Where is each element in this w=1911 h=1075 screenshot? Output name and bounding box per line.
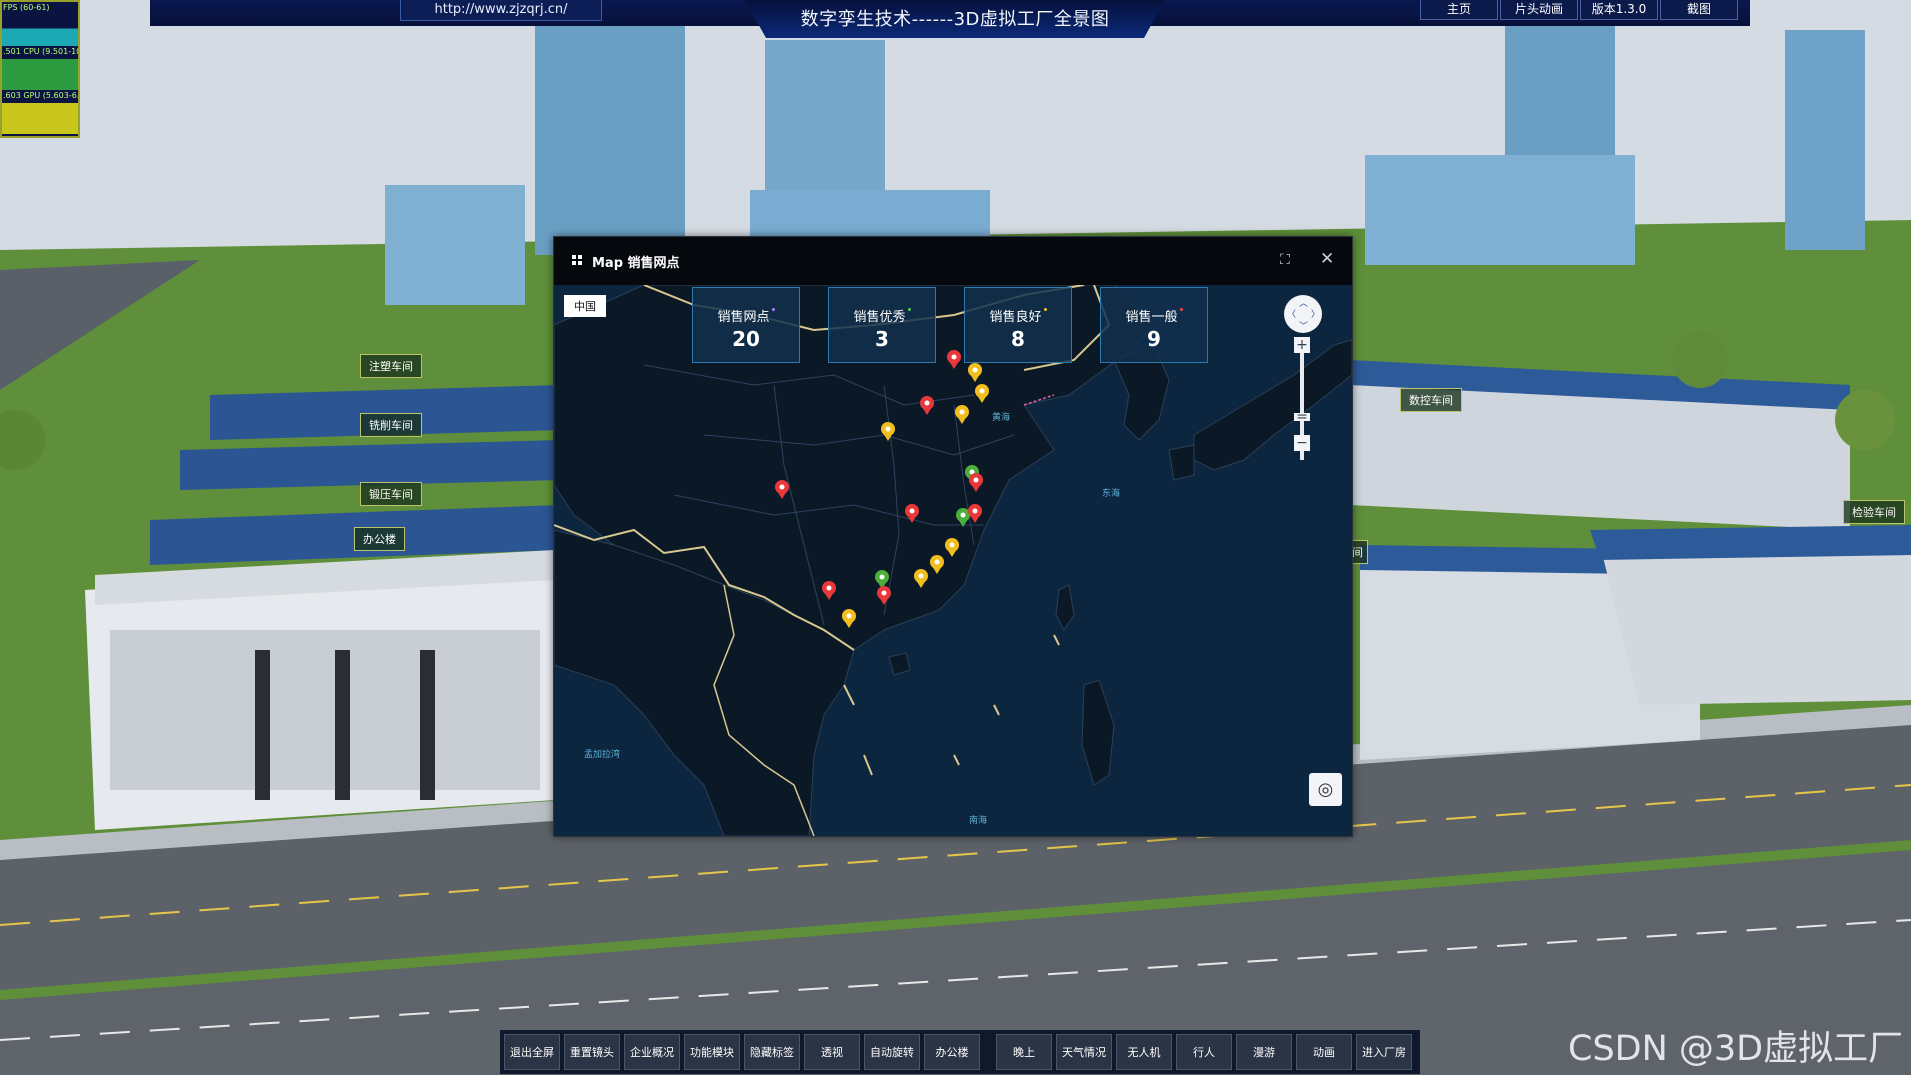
kyushu-shape — [1168, 444, 1195, 481]
stat-dot — [907, 308, 911, 311]
map-canvas[interactable] — [554, 285, 1352, 836]
pedestrian-button[interactable]: 行人 — [1176, 1034, 1232, 1070]
stat-card-total: 销售网点 20 — [692, 287, 800, 363]
exit-fullscreen-button[interactable]: 退出全屏 — [504, 1034, 560, 1070]
dialog-title: Map 销售网点 — [592, 256, 680, 271]
close-icon[interactable]: ✕ — [1320, 249, 1334, 269]
cpu-graph: .501 CPU (9.501-10 — [2, 46, 78, 90]
stat-dot — [1179, 308, 1183, 311]
sea-label-south: 南海 — [969, 816, 988, 826]
hide-labels-button[interactable]: 隐藏标签 — [744, 1034, 800, 1070]
dialog-header: Map 销售网点 ⛶ ✕ — [554, 237, 1352, 285]
nav-intro-animation-button[interactable]: 片头动画 — [1500, 0, 1578, 20]
cpu-readout: .501 CPU (9.501-10 — [3, 47, 78, 56]
nav-screenshot-button[interactable]: 截图 — [1660, 0, 1738, 20]
auto-rotate-button[interactable]: 自动旋转 — [864, 1034, 920, 1070]
label-injection-workshop[interactable]: 注塑车间 — [360, 354, 422, 378]
night-mode-button[interactable]: 晚上 — [996, 1034, 1052, 1070]
fps-readout: FPS (60-61) — [3, 3, 50, 12]
stat-label-normal: 销售一般 — [1125, 310, 1178, 325]
bottom-toolbar: 退出全屏 重置镜头 企业概况 功能模块 隐藏标签 透视 自动旋转 办公楼 晚上 … — [500, 1030, 1420, 1074]
stat-dot — [1043, 308, 1047, 311]
stat-label-total: 销售网点 — [717, 310, 770, 325]
pan-left-icon[interactable]: 〈 — [1287, 307, 1296, 320]
label-inspection-workshop[interactable]: 检验车间 — [1843, 500, 1905, 524]
region-selector[interactable]: 中国 — [564, 295, 606, 317]
map-dialog: Map 销售网点 ⛶ ✕ 黄海 东海 南海 孟加拉湾 中国 销售网点 20 销售… — [553, 236, 1353, 837]
drone-button[interactable]: 无人机 — [1116, 1034, 1172, 1070]
weather-button[interactable]: 天气情况 — [1056, 1034, 1112, 1070]
label-office-building[interactable]: 办公楼 — [354, 527, 405, 551]
pan-right-icon[interactable]: 〉 — [1311, 307, 1320, 320]
label-forging-workshop[interactable]: 锻压车间 — [360, 482, 422, 506]
pan-compass-icon[interactable]: ︿ ﹀ 〈 〉 — [1284, 295, 1322, 333]
sea-label-east: 东海 — [1102, 489, 1121, 499]
stat-card-normal: 销售一般 9 — [1100, 287, 1208, 363]
top-nav: 主页 片头动画 版本1.3.0 截图 — [1420, 0, 1740, 20]
watermark: CSDN @3D虚拟工厂 — [1568, 1029, 1904, 1069]
stat-card-good: 销售良好 8 — [964, 287, 1072, 363]
company-overview-button[interactable]: 企业概况 — [624, 1034, 680, 1070]
sea-label-yellow: 黄海 — [992, 413, 1011, 423]
china-map[interactable]: 黄海 东海 南海 孟加拉湾 中国 销售网点 20 销售优秀 3 销售良好 8 销… — [554, 285, 1352, 836]
pan-down-icon[interactable]: ﹀ — [1299, 319, 1308, 332]
perspective-button[interactable]: 透视 — [804, 1034, 860, 1070]
stat-label-excellent: 销售优秀 — [853, 310, 906, 325]
stat-value-good: 8 — [1011, 327, 1025, 351]
title-banner: 数字孪生技术------3D虚拟工厂全景图 — [745, 0, 1165, 38]
gpu-graph: .603 GPU (5.603-6.0 — [2, 90, 78, 134]
grid-icon — [572, 255, 582, 265]
fullscreen-icon[interactable]: ⛶ — [1280, 252, 1290, 268]
locate-icon[interactable]: ◎ — [1309, 773, 1342, 806]
pan-up-icon[interactable]: ︿ — [1299, 296, 1308, 309]
fps-graph: FPS (60-61) — [2, 2, 78, 46]
zoom-out-icon[interactable]: − — [1294, 435, 1310, 451]
enter-workshop-button[interactable]: 进入厂房 — [1356, 1034, 1412, 1070]
stat-value-normal: 9 — [1147, 327, 1161, 351]
reset-camera-button[interactable]: 重置镜头 — [564, 1034, 620, 1070]
gpu-readout: .603 GPU (5.603-6.0 — [3, 91, 78, 100]
stat-value-total: 20 — [732, 327, 760, 351]
animation-button[interactable]: 动画 — [1296, 1034, 1352, 1070]
function-modules-button[interactable]: 功能模块 — [684, 1034, 740, 1070]
zoom-slider-handle[interactable]: = — [1294, 410, 1310, 424]
stat-label-good: 销售良好 — [989, 310, 1042, 325]
stat-value-excellent: 3 — [875, 327, 889, 351]
stat-card-excellent: 销售优秀 3 — [828, 287, 936, 363]
label-milling-workshop[interactable]: 铣削车间 — [360, 413, 422, 437]
stat-dot — [771, 308, 775, 311]
site-url[interactable]: http://www.zjzqrj.cn/ — [400, 0, 602, 21]
zoom-in-icon[interactable]: + — [1294, 337, 1310, 353]
sea-label-bengal: 孟加拉湾 — [584, 750, 621, 760]
nav-version-button[interactable]: 版本1.3.0 — [1580, 0, 1658, 20]
roaming-button[interactable]: 漫游 — [1236, 1034, 1292, 1070]
page-title: 数字孪生技术------3D虚拟工厂全景图 — [800, 9, 1110, 30]
label-cnc-workshop[interactable]: 数控车间 — [1400, 388, 1462, 412]
office-building-button[interactable]: 办公楼 — [924, 1034, 980, 1070]
nav-home-button[interactable]: 主页 — [1420, 0, 1498, 20]
performance-monitor: FPS (60-61) .501 CPU (9.501-10 .603 GPU … — [0, 0, 80, 138]
